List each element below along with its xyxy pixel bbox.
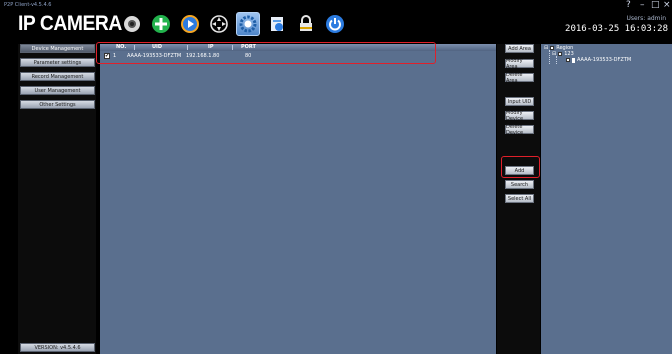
tree-checkbox[interactable] [566,58,570,62]
collapse-icon[interactable]: ⊟ [544,45,548,51]
lock-icon [300,15,312,31]
collapse-icon[interactable]: ⊟ [552,51,556,57]
device-tree-panel: ⊟ Region ⊟ 123 AAAA-193533-DFZTM [541,44,672,354]
app-window: P2P Client-v4.5.4.6 ? – □ × IP CAMERA Us… [0,0,672,354]
add-area-button[interactable]: Add Area [505,44,534,53]
version-label: VERSION: v4.5.4.6 [20,343,95,352]
settings-gear-icon [239,15,257,33]
input-uid-button[interactable]: Input UID [505,97,534,106]
device-icon [572,57,575,63]
settings-button[interactable] [236,12,260,36]
close-icon[interactable]: × [663,0,671,10]
device-list-panel: NO. UID IP PORT ✔ 1 AAAA-193533-DFZTM 19… [100,44,496,354]
tree-node-device[interactable]: AAAA-193533-DFZTM [566,57,631,63]
modify-device-button[interactable]: Modify Device [505,110,534,122]
tree-label: AAAA-193533-DFZTM [577,57,632,63]
record-file-icon [271,17,283,31]
power-icon [326,15,344,33]
sidebar-item-other-settings[interactable]: Other Settings [20,100,95,109]
minimize-icon[interactable]: – [640,0,645,10]
sidebar-item-device-management[interactable]: Device Management [20,44,95,53]
add-device-button[interactable] [149,12,173,36]
sidebar: Device Management Parameter settings Rec… [18,44,96,354]
tree-connector [556,56,557,64]
play-icon [181,15,199,33]
sidebar-item-record-management[interactable]: Record Management [20,72,95,81]
window-title: P2P Client-v4.5.4.6 [4,2,52,8]
playback-button[interactable] [178,12,202,36]
datetime-display: 2016-03-25 16:03:28 [565,24,668,34]
tree-connector [549,50,550,64]
record-button[interactable] [265,12,289,36]
power-button[interactable] [323,12,347,36]
sidebar-item-parameter-settings[interactable]: Parameter settings [20,58,95,67]
delete-area-button[interactable]: Delete Area [505,72,534,84]
ptz-button[interactable] [207,12,231,36]
plus-circle-icon [152,15,170,33]
lock-button[interactable] [294,12,318,36]
current-user: Users: admin [626,15,666,22]
tree-checkbox[interactable] [558,52,563,56]
app-logo: IP CAMERA [18,12,122,35]
action-panel: Add Area Modify Area Delete Area Input U… [497,44,540,354]
maximize-icon[interactable]: □ [651,0,660,10]
camera-button[interactable] [120,12,144,36]
sidebar-item-user-management[interactable]: User Management [20,86,95,95]
add-highlight-frame [501,156,540,178]
main-toolbar [120,11,347,37]
modify-area-button[interactable]: Modify Area [505,58,534,70]
table-highlight-frame [96,42,436,64]
help-icon[interactable]: ? [626,0,631,10]
search-button[interactable]: Search [505,180,534,189]
tree-checkbox[interactable] [550,46,555,50]
select-all-button[interactable]: Select All [505,194,534,203]
camera-icon [124,16,140,32]
delete-device-button[interactable]: Delete Device [505,124,534,136]
ptz-icon [210,15,228,33]
